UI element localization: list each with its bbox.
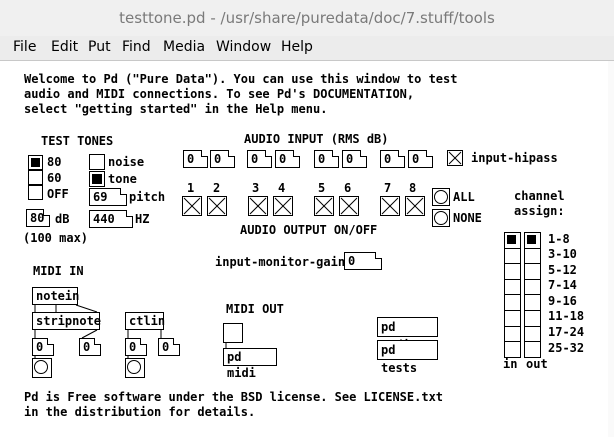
midi-out-number-box[interactable] [223, 323, 243, 343]
menu-find[interactable]: Find [122, 39, 151, 55]
pd-midi-subpatch[interactable]: pd midi [223, 348, 277, 380]
menu-file-label: File [13, 39, 37, 55]
patch-cords [34, 304, 227, 358]
midi-out-heading: MIDI OUT [226, 302, 284, 316]
menu-media-label: Media [163, 39, 206, 55]
menu-window[interactable]: Window [216, 39, 271, 55]
midi-velocity-number: 0 [79, 338, 101, 356]
patch-canvas[interactable]: Welcome to Pd ("Pure Data"). You can use… [0, 61, 614, 437]
vertical-scrollbar[interactable] [608, 61, 614, 437]
midi-note-number: 0 [32, 338, 54, 356]
menu-put-label: Put [88, 39, 111, 55]
menu-edit[interactable]: Edit [51, 39, 78, 55]
menu-help[interactable]: Help [281, 39, 313, 55]
footer-line-1: Pd is Free software under the BSD licens… [24, 390, 444, 404]
menu-file[interactable]: File [13, 39, 36, 55]
ctl-number-number: 0 [158, 338, 180, 356]
window-title: testtone.pd - /usr/share/puredata/doc/7.… [119, 9, 495, 27]
menubar: File Edit Put Find Media Window Help [0, 36, 614, 61]
window-titlebar[interactable]: testtone.pd - /usr/share/puredata/doc/7.… [0, 0, 614, 37]
menu-put[interactable]: Put [88, 39, 111, 55]
menu-find-label: Find [122, 39, 151, 55]
pd-audio-subpatch[interactable]: pd audio [377, 317, 438, 352]
footer-line-2: in the distribution for details. [24, 405, 256, 419]
ctl-value-number: 0 [125, 338, 147, 356]
menu-media[interactable]: Media [163, 39, 205, 55]
menu-edit-label: Edit [51, 39, 79, 55]
menu-window-label: Window [216, 39, 272, 55]
ctl-bang[interactable] [125, 358, 145, 378]
pd-tests-subpatch[interactable]: pd tests [377, 340, 438, 375]
menu-help-label: Help [281, 39, 313, 55]
midi-note-bang[interactable] [32, 358, 52, 378]
